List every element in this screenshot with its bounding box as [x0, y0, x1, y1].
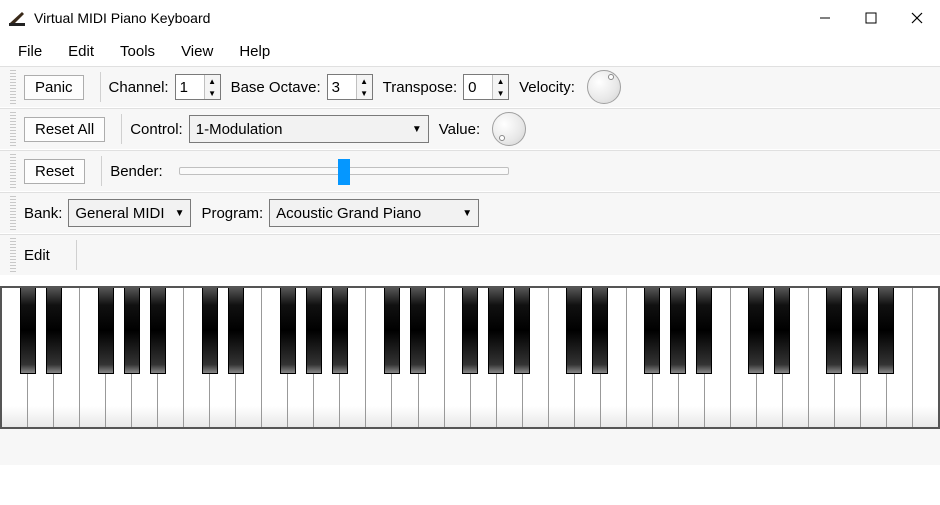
- spin-down-icon[interactable]: ▼: [493, 87, 508, 99]
- bender-label: Bender:: [110, 163, 163, 180]
- status-area: [0, 429, 940, 465]
- velocity-label: Velocity:: [519, 79, 575, 96]
- separator: [121, 114, 122, 144]
- edit-button[interactable]: Edit: [24, 244, 60, 267]
- velocity-knob[interactable]: [587, 70, 621, 104]
- value-label: Value:: [439, 121, 480, 138]
- black-key[interactable]: [852, 288, 868, 374]
- black-key[interactable]: [150, 288, 166, 374]
- black-key[interactable]: [384, 288, 400, 374]
- menu-edit[interactable]: Edit: [56, 39, 106, 64]
- toolbar-handle[interactable]: [10, 238, 16, 272]
- bank-value: General MIDI: [75, 205, 164, 222]
- control-combo[interactable]: 1-Modulation ▼: [189, 115, 429, 143]
- black-key[interactable]: [488, 288, 504, 374]
- control-value: 1-Modulation: [196, 121, 402, 138]
- black-key[interactable]: [46, 288, 62, 374]
- black-key[interactable]: [228, 288, 244, 374]
- spin-up-icon[interactable]: ▲: [357, 75, 372, 87]
- black-key[interactable]: [514, 288, 530, 374]
- program-combo[interactable]: Acoustic Grand Piano ▼: [269, 199, 479, 227]
- toolbar-handle[interactable]: [10, 112, 16, 146]
- black-key[interactable]: [20, 288, 36, 374]
- menu-file[interactable]: File: [6, 39, 54, 64]
- black-key[interactable]: [462, 288, 478, 374]
- black-key[interactable]: [670, 288, 686, 374]
- value-knob[interactable]: [492, 112, 526, 146]
- channel-label: Channel:: [109, 79, 169, 96]
- toolbar-program: Bank: General MIDI ▼ Program: Acoustic G…: [0, 192, 940, 234]
- transpose-label: Transpose:: [383, 79, 457, 96]
- program-value: Acoustic Grand Piano: [276, 205, 452, 222]
- control-label: Control:: [130, 121, 183, 138]
- baseoctave-label: Base Octave:: [231, 79, 321, 96]
- menubar: File Edit Tools View Help: [0, 36, 940, 66]
- minimize-button[interactable]: [802, 0, 848, 36]
- baseoctave-value: 3: [328, 75, 356, 99]
- transpose-spinbox[interactable]: 0 ▲▼: [463, 74, 509, 100]
- black-key[interactable]: [306, 288, 322, 374]
- black-key[interactable]: [202, 288, 218, 374]
- transpose-value: 0: [464, 75, 492, 99]
- window-controls: [802, 0, 940, 36]
- toolbar-edit: Edit: [0, 234, 940, 276]
- black-key[interactable]: [696, 288, 712, 374]
- black-key[interactable]: [566, 288, 582, 374]
- menu-view[interactable]: View: [169, 39, 225, 64]
- program-label: Program:: [201, 205, 263, 222]
- knob-indicator: [608, 74, 614, 80]
- black-key[interactable]: [98, 288, 114, 374]
- spin-up-icon[interactable]: ▲: [493, 75, 508, 87]
- black-key[interactable]: [878, 288, 894, 374]
- knob-indicator: [499, 135, 505, 141]
- separator: [76, 240, 77, 270]
- black-key[interactable]: [280, 288, 296, 374]
- reset-all-button[interactable]: Reset All: [24, 117, 105, 142]
- black-key[interactable]: [826, 288, 842, 374]
- spin-up-icon[interactable]: ▲: [205, 75, 220, 87]
- panic-button[interactable]: Panic: [24, 75, 84, 100]
- black-key[interactable]: [124, 288, 140, 374]
- piano-keyboard[interactable]: [0, 286, 940, 429]
- separator: [100, 72, 101, 102]
- toolbar-handle[interactable]: [10, 196, 16, 230]
- bender-slider[interactable]: [179, 167, 509, 175]
- black-key[interactable]: [410, 288, 426, 374]
- bank-combo[interactable]: General MIDI ▼: [68, 199, 191, 227]
- spin-down-icon[interactable]: ▼: [357, 87, 372, 99]
- baseoctave-spinbox[interactable]: 3 ▲▼: [327, 74, 373, 100]
- maximize-button[interactable]: [848, 0, 894, 36]
- toolbar-handle[interactable]: [10, 70, 16, 104]
- bank-label: Bank:: [24, 205, 62, 222]
- chevron-down-icon: ▼: [452, 208, 472, 219]
- titlebar: Virtual MIDI Piano Keyboard: [0, 0, 940, 36]
- window-title: Virtual MIDI Piano Keyboard: [34, 10, 802, 26]
- reset-button[interactable]: Reset: [24, 159, 85, 184]
- separator: [101, 156, 102, 186]
- chevron-down-icon: ▼: [402, 124, 422, 135]
- black-key[interactable]: [332, 288, 348, 374]
- spin-down-icon[interactable]: ▼: [205, 87, 220, 99]
- close-button[interactable]: [894, 0, 940, 36]
- black-key[interactable]: [644, 288, 660, 374]
- slider-thumb[interactable]: [338, 159, 350, 185]
- chevron-down-icon: ▼: [165, 208, 185, 219]
- black-key[interactable]: [592, 288, 608, 374]
- toolbar-bender: Reset Bender:: [0, 150, 940, 192]
- channel-spinbox[interactable]: 1 ▲▼: [175, 74, 221, 100]
- black-key[interactable]: [748, 288, 764, 374]
- black-key[interactable]: [774, 288, 790, 374]
- toolbar-control: Reset All Control: 1-Modulation ▼ Value:: [0, 108, 940, 150]
- toolbar-handle[interactable]: [10, 154, 16, 188]
- app-icon: [8, 9, 26, 27]
- menu-tools[interactable]: Tools: [108, 39, 167, 64]
- toolbar-channel: Panic Channel: 1 ▲▼ Base Octave: 3 ▲▼ Tr…: [0, 66, 940, 108]
- channel-value: 1: [176, 75, 204, 99]
- menu-help[interactable]: Help: [227, 39, 282, 64]
